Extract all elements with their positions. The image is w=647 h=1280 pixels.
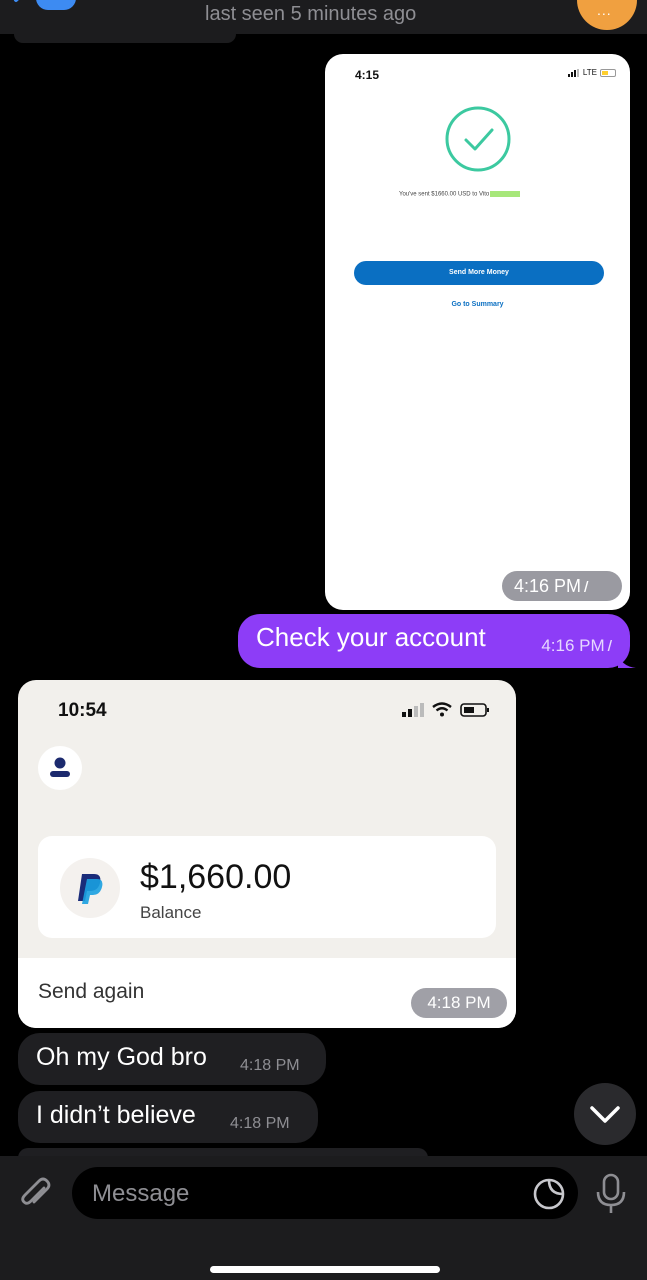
message-timestamp: 4:18 PM [240,1057,300,1074]
screenshot-status-icons [402,702,490,717]
balance-card: $1,660.00 Balance [38,836,496,938]
battery-icon [460,702,489,717]
sticker-button[interactable] [532,1177,566,1211]
message-timestamp: 4:16 PM// [502,571,622,601]
message-timestamp: 4:18 PM [230,1115,290,1132]
go-to-summary-link: Go to Summary [451,301,504,308]
sent-confirmation-text: You've sent $1660.00 USD to Vito [399,191,521,198]
success-check-icon [445,106,511,172]
last-seen-status: last seen 5 minutes ago [205,3,417,25]
message-timestamp: 4:16 PM// [541,636,612,656]
send-again-label: Send again [38,980,145,1003]
chat-header: last seen 5 minutes ago ... [0,0,647,34]
message-text: Check your account [256,622,486,652]
wifi-icon [432,702,452,717]
chevron-down-icon [590,1106,620,1123]
profile-icon [38,746,82,790]
microphone-icon [596,1173,626,1213]
battery-icon [600,68,616,77]
screenshot-status-icons: LTE [567,68,616,77]
contact-avatar[interactable]: ... [577,0,637,30]
network-label: LTE [582,68,597,77]
message-input[interactable]: Message [72,1167,578,1219]
sent-confirmation-label: You've sent $1660.00 USD to Vito [399,191,490,198]
message-placeholder: Message [92,1180,190,1207]
sticker-icon [533,1178,565,1210]
avatar-initials: ... [597,2,612,18]
paypal-logo [60,858,120,918]
paypal-icon [78,874,103,904]
balance-label: Balance [140,903,202,922]
previous-message-bubble [14,34,236,43]
incoming-text-message[interactable]: I didn’t believe 4:18 PM [18,1091,318,1143]
timestamp-label: 4:16 PM [514,576,582,596]
message-timestamp: 4:18 PM [411,988,507,1018]
redaction-mark [490,191,521,197]
signal-icon [402,702,424,717]
outgoing-image-message[interactable]: 4:15 LTE You've sent $1660.00 USD to Vit… [325,54,630,610]
attach-button[interactable] [16,1174,56,1214]
paperclip-icon [21,1177,51,1205]
screenshot-status-time: 4:15 [355,68,380,82]
signal-icon [567,68,579,77]
timestamp-label: 4:16 PM [541,636,605,655]
balance-amount: $1,660.00 [140,858,292,896]
message-input-bar: Message [0,1156,647,1280]
microphone-button[interactable] [592,1172,630,1216]
back-button[interactable] [12,0,82,12]
send-again-row: Send again 4:18 PM [18,958,516,1028]
incoming-image-message[interactable]: 10:54 $1,660.00 Balance Send again 4:18 … [18,680,516,1028]
bubble-tail [618,652,636,668]
home-indicator [210,1266,440,1273]
send-more-money-button: Send More Money [354,261,604,285]
incoming-text-message[interactable]: Oh my God bro 4:18 PM [18,1033,326,1085]
message-text: Oh my God bro [36,1043,207,1071]
message-text: I didn’t believe [36,1101,196,1129]
back-arrow-icon [14,0,76,10]
screenshot-status-time: 10:54 [58,700,107,721]
scroll-to-bottom-button[interactable] [574,1083,636,1145]
outgoing-text-message[interactable]: Check your account 4:16 PM// [238,614,630,668]
user-icon [50,757,70,777]
